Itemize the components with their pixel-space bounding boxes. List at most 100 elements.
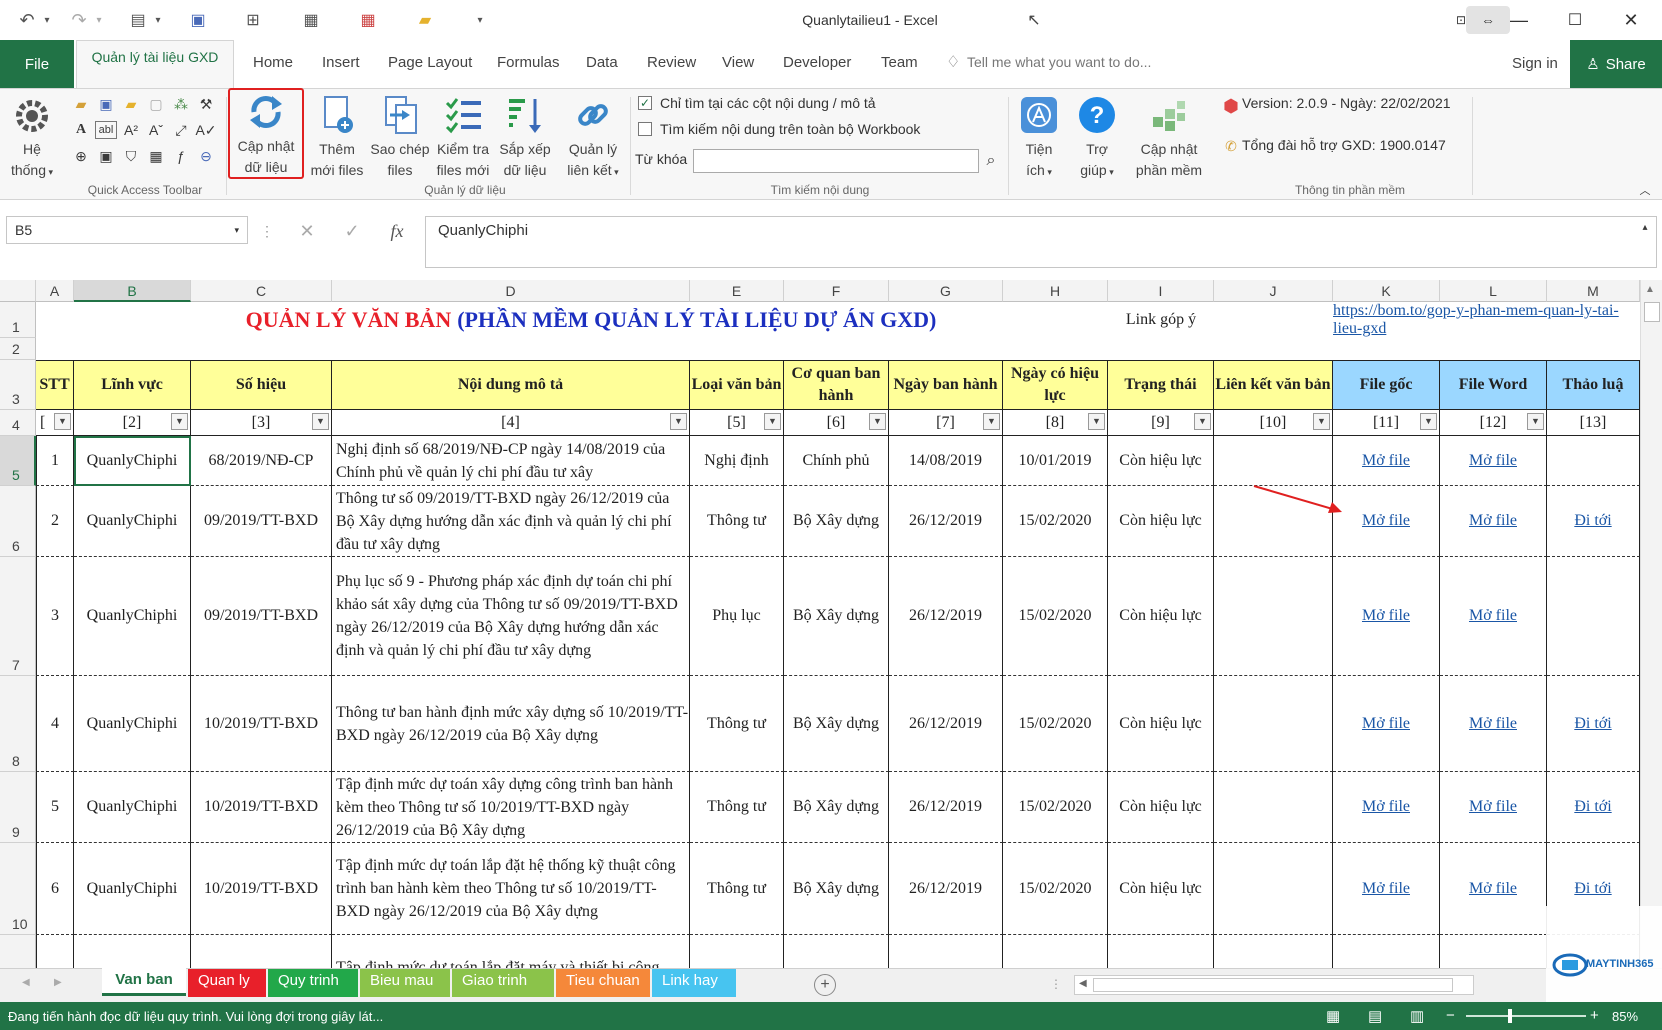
undo-icon[interactable]: ↶ — [14, 8, 40, 32]
zoom-slider-thumb[interactable] — [1508, 1009, 1512, 1023]
column-header-d[interactable]: D — [332, 280, 690, 302]
spelling-icon[interactable]: A✓ — [195, 121, 216, 139]
row-header-4[interactable]: 4 — [0, 410, 36, 436]
cancel-formula-icon[interactable]: ✕ — [298, 221, 316, 241]
expand-formula-icon[interactable]: ▴ — [1636, 218, 1654, 236]
row-header-6[interactable]: 6 — [0, 486, 36, 557]
tab-data[interactable]: Data — [586, 54, 618, 71]
sap-xep-du-lieu-button[interactable]: Sắp xếp dữ liệu — [494, 95, 556, 181]
kiem-tra-files-moi-button[interactable]: Kiểm tra files mới — [432, 95, 494, 181]
superscript-icon[interactable]: A² — [122, 121, 140, 139]
checkbox-box[interactable] — [638, 122, 652, 136]
tien-ich-button[interactable]: Tiện ích ▾ — [1014, 95, 1064, 183]
link-file-goc[interactable]: Mở file — [1362, 452, 1410, 470]
scroll-up-icon[interactable]: ▲ — [1645, 284, 1655, 295]
back-arrow-icon[interactable]: ⊖ — [197, 147, 215, 165]
row-header-9[interactable]: 9 — [0, 772, 36, 843]
cell-file-word[interactable]: Mở file — [1440, 557, 1547, 676]
cell-file-word[interactable]: Mở file — [1440, 436, 1547, 486]
prev-sheet-icon[interactable]: ◀ — [22, 977, 30, 988]
column-header-b[interactable]: B — [74, 280, 191, 302]
print-preview-icon[interactable]: ▤ — [125, 8, 151, 32]
cell-thao-luan[interactable]: Đi tới — [1547, 486, 1640, 557]
filter-dropdown-icon[interactable]: ▼ — [670, 413, 687, 430]
cell-file-goc[interactable]: Mở file — [1333, 772, 1440, 843]
customize-toolbar-icon[interactable]: ▾ — [470, 8, 490, 32]
filter-dropdown-icon[interactable]: ▼ — [171, 413, 188, 430]
filter-dropdown-icon[interactable]: ▼ — [1194, 413, 1211, 430]
add-sheet-icon[interactable]: + — [814, 974, 836, 996]
insert-function-icon[interactable]: fx — [388, 221, 406, 241]
link-file-word[interactable]: Mở file — [1469, 798, 1517, 816]
hierarchy-icon[interactable]: ⁂ — [172, 95, 190, 113]
horizontal-scrollbar[interactable]: ◀ — [1074, 975, 1474, 995]
filter-dropdown-icon[interactable]: ▼ — [312, 413, 329, 430]
name-box[interactable]: B5 ▾ — [6, 216, 248, 244]
tab-page-layout[interactable]: Page Layout — [388, 54, 472, 71]
row-header-7[interactable]: 7 — [0, 557, 36, 676]
collapse-ribbon-icon[interactable]: ︿ — [1636, 181, 1654, 199]
tell-me-input[interactable]: Tell me what you want to do... — [967, 54, 1151, 70]
zoom-level[interactable]: 85% — [1612, 1009, 1638, 1024]
column-header-k[interactable]: K — [1333, 280, 1440, 302]
link-thao-luan[interactable]: Đi tới — [1574, 512, 1611, 530]
filter-dropdown-icon[interactable]: ▼ — [983, 413, 1000, 430]
link-thao-luan[interactable]: Đi tới — [1574, 798, 1611, 816]
filter-dropdown-icon[interactable]: ▼ — [1088, 413, 1105, 430]
column-header-j[interactable]: J — [1214, 280, 1333, 302]
cell-file-word[interactable]: Mở file — [1440, 843, 1547, 935]
cell-file-goc[interactable]: Mở file — [1333, 436, 1440, 486]
row-header-10[interactable]: 10 — [0, 843, 36, 935]
link-file-word[interactable]: Mở file — [1469, 880, 1517, 898]
row-header-11[interactable]: 11 — [0, 935, 36, 968]
sheet-tab-link-hay[interactable]: Link hay — [652, 969, 736, 997]
cell-file-goc[interactable]: Mở file — [1333, 557, 1440, 676]
tro-giup-button[interactable]: ? Trợ giúp ▾ — [1072, 95, 1122, 183]
page-layout-view-icon[interactable]: ▤ — [1368, 1007, 1382, 1025]
scrollbar-splitter-icon[interactable]: ⋮ — [1050, 977, 1062, 991]
filter-icon[interactable]: ⛉ — [122, 147, 140, 165]
filter-dropdown-icon[interactable]: ▼ — [869, 413, 886, 430]
open-folder-icon[interactable]: ▰ — [412, 8, 438, 32]
cap-nhat-phan-mem-button[interactable]: Cập nhật phần mềm — [1130, 95, 1208, 181]
column-header-a[interactable]: A — [36, 280, 74, 302]
filter-dropdown-icon[interactable]: ▼ — [764, 413, 781, 430]
table-icon[interactable]: ⊞ — [240, 8, 266, 32]
sheet-icon[interactable]: ▦ — [298, 8, 324, 32]
wrench-icon[interactable]: ⚒ — [197, 95, 215, 113]
column-header-l[interactable]: L — [1440, 280, 1547, 302]
confirm-formula-icon[interactable]: ✓ — [343, 221, 361, 241]
cell-thao-luan[interactable] — [1547, 436, 1640, 486]
share-button[interactable]: ♙ Share — [1570, 40, 1662, 88]
filter-dropdown-icon[interactable]: ▼ — [54, 413, 71, 430]
link-thao-luan[interactable]: Đi tới — [1574, 715, 1611, 733]
filter-dropdown-icon[interactable]: ▼ — [1313, 413, 1330, 430]
checkbox-box-checked[interactable]: ✓ — [638, 96, 652, 110]
row-header-1[interactable]: 1 — [0, 302, 36, 338]
chevron-down-icon[interactable]: ▾ — [234, 225, 239, 236]
column-header-i[interactable]: I — [1108, 280, 1214, 302]
cell-thao-luan[interactable]: Đi tới — [1547, 772, 1640, 843]
print-dropdown-icon[interactable]: ▾ — [151, 8, 165, 32]
tab-quan-ly-tai-lieu[interactable]: Quản lý tài liệu GXD — [76, 40, 234, 90]
column-header-c[interactable]: C — [191, 280, 332, 302]
feedback-url-link[interactable]: https://bom.to/gop-y-phan-mem-quan-ly-ta… — [1333, 302, 1640, 338]
sheet-tab-quan-ly[interactable]: Quan ly — [188, 969, 266, 997]
function-icon[interactable]: ƒ — [172, 147, 190, 165]
zoom-in-icon[interactable]: + — [1590, 1007, 1599, 1024]
cell-file-word[interactable]: Mở file — [1440, 486, 1547, 557]
tab-file[interactable]: File — [0, 40, 74, 88]
column-header-m[interactable]: M — [1547, 280, 1640, 302]
link-file-goc[interactable]: Mở file — [1362, 880, 1410, 898]
column-header-e[interactable]: E — [690, 280, 784, 302]
them-moi-files-button[interactable]: Thêm mới files — [306, 95, 368, 181]
bold-a-icon[interactable]: A — [72, 121, 90, 139]
save-icon[interactable]: ▣ — [185, 8, 211, 32]
delete-sheet-icon[interactable]: ▦ — [355, 8, 381, 32]
row-header-8[interactable]: 8 — [0, 676, 36, 772]
cell-file-word[interactable]: Mở file — [1440, 676, 1547, 772]
link-file-goc[interactable]: Mở file — [1362, 715, 1410, 733]
he-thong-button[interactable]: Hệ thống ▾ — [8, 97, 56, 183]
sheet-tab-quy-trinh[interactable]: Quy trinh — [268, 969, 358, 997]
tab-formulas[interactable]: Formulas — [497, 54, 560, 71]
